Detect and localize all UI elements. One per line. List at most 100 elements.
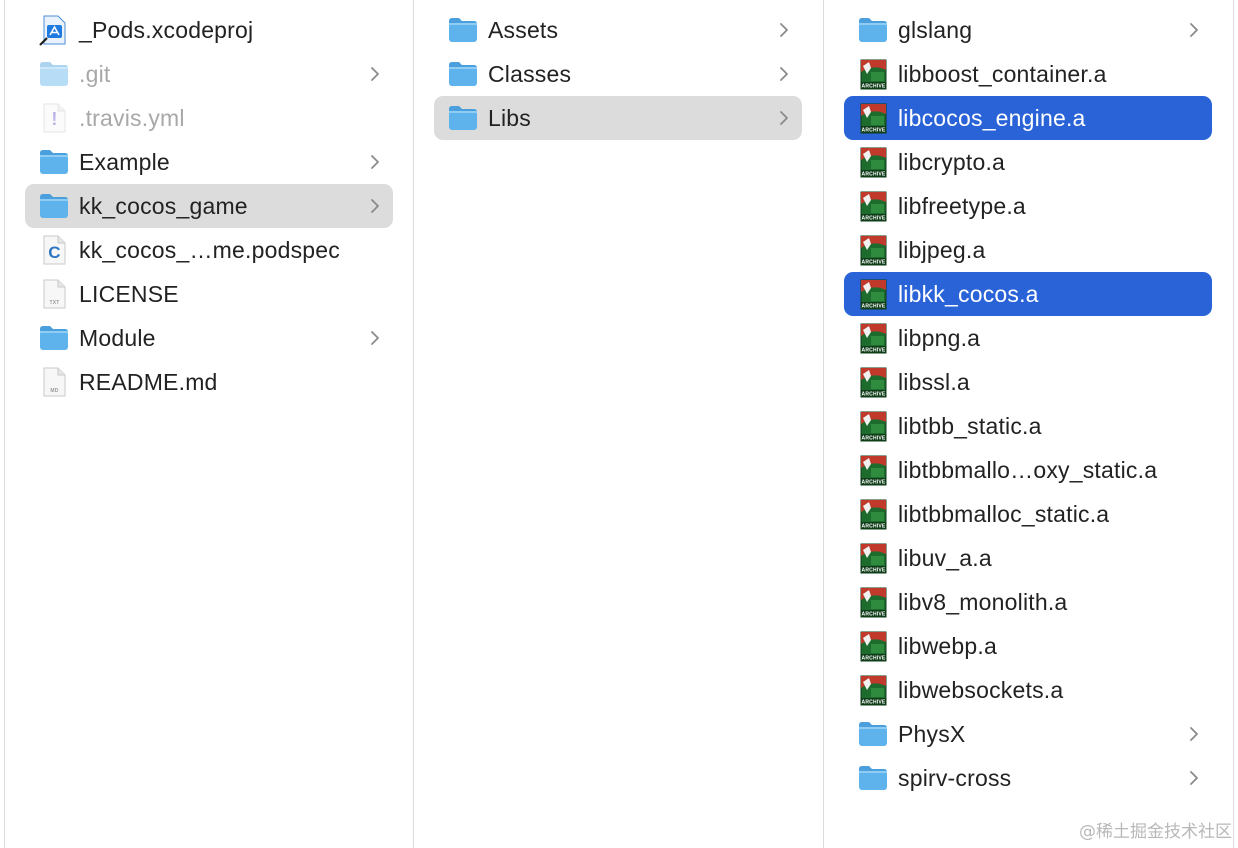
item-label: Module	[79, 325, 156, 351]
folder-icon	[859, 722, 887, 746]
item-label: libcrypto.a	[898, 149, 1006, 175]
folder-icon	[40, 62, 68, 86]
svg-text:ARCHIVE: ARCHIVE	[862, 524, 886, 530]
file-row-libuv-a-a[interactable]: ARCHIVE libuv_a.a	[844, 536, 1212, 580]
svg-text:ARCHIVE: ARCHIVE	[862, 612, 886, 618]
folder-icon	[859, 766, 887, 790]
item-label: LICENSE	[79, 281, 179, 307]
svg-text:ARCHIVE: ARCHIVE	[862, 260, 886, 266]
file-row-libv8-monolith-a[interactable]: ARCHIVE libv8_monolith.a	[844, 580, 1212, 624]
archive-icon: ARCHIVE	[860, 279, 887, 310]
file-row-travis-yml[interactable]: ! .travis.yml	[25, 96, 393, 140]
folder-icon	[859, 18, 887, 42]
chevron-right-icon	[365, 316, 385, 360]
column-pods-root[interactable]: _Pods.xcodeproj .git! .travis.yml Example kk…	[4, 0, 414, 848]
archive-icon: ARCHIVE	[860, 499, 887, 530]
svg-text:ARCHIVE: ARCHIVE	[862, 480, 886, 486]
file-row-libcocos-engine-a[interactable]: ARCHIVE libcocos_engine.a	[844, 96, 1212, 140]
file-row-libtbbmalloc-static-a[interactable]: ARCHIVE libtbbmalloc_static.a	[844, 492, 1212, 536]
folder-row-git[interactable]: .git	[25, 52, 393, 96]
file-row-libpng-a[interactable]: ARCHIVE libpng.a	[844, 316, 1212, 360]
file-row-license[interactable]: TXT LICENSE	[25, 272, 393, 316]
archive-icon: ARCHIVE	[860, 147, 887, 178]
archive-icon: ARCHIVE	[860, 235, 887, 266]
item-label: Assets	[488, 17, 559, 43]
chevron-right-icon	[365, 184, 385, 228]
file-row-libfreetype-a[interactable]: ARCHIVE libfreetype.a	[844, 184, 1212, 228]
folder-row-kk-cocos-game[interactable]: kk_cocos_game	[25, 184, 393, 228]
folder-icon	[449, 106, 477, 130]
folder-row-glslang[interactable]: glslang	[844, 8, 1212, 52]
file-row-libkk-cocos-a[interactable]: ARCHIVE libkk_cocos.a	[844, 272, 1212, 316]
file-row-libwebp-a[interactable]: ARCHIVE libwebp.a	[844, 624, 1212, 668]
file-row-libwebsockets-a[interactable]: ARCHIVE libwebsockets.a	[844, 668, 1212, 712]
file-row-kk-cocos-me-podspec[interactable]: Ckk_cocos_…me.podspec	[25, 228, 393, 272]
watermark: @稀土掘金技术社区	[1079, 822, 1232, 842]
folder-icon	[40, 150, 68, 174]
file-row-libtbb-static-a[interactable]: ARCHIVE libtbb_static.a	[844, 404, 1212, 448]
chevron-right-icon	[365, 140, 385, 184]
item-label: kk_cocos_…me.podspec	[79, 237, 340, 263]
svg-text:ARCHIVE: ARCHIVE	[862, 392, 886, 398]
folder-icon	[40, 194, 68, 218]
item-label: libtbb_static.a	[898, 413, 1042, 439]
file-row-libcrypto-a[interactable]: ARCHIVE libcrypto.a	[844, 140, 1212, 184]
item-label: .travis.yml	[79, 105, 185, 131]
file-row-libboost-container-a[interactable]: ARCHIVE libboost_container.a	[844, 52, 1212, 96]
chevron-right-icon	[1184, 756, 1204, 800]
item-label: libwebsockets.a	[898, 677, 1064, 703]
column-libs[interactable]: glslang ARCHIVE libboost_container.a ARCHIV…	[824, 0, 1234, 848]
item-label: libtbbmallo…oxy_static.a	[898, 457, 1158, 483]
archive-icon: ARCHIVE	[860, 587, 887, 618]
item-label: Classes	[488, 61, 572, 87]
chevron-right-icon	[1184, 8, 1204, 52]
svg-text:ARCHIVE: ARCHIVE	[862, 348, 886, 354]
file-row-pods-xcodeproj[interactable]: _Pods.xcodeproj	[25, 8, 393, 52]
item-label: libboost_container.a	[898, 61, 1107, 87]
item-label: libtbbmalloc_static.a	[898, 501, 1110, 527]
file-row-libtbbmallo-oxy-static-a[interactable]: ARCHIVE libtbbmallo…oxy_static.a	[844, 448, 1212, 492]
item-label: _Pods.xcodeproj	[79, 17, 254, 43]
folder-row-classes[interactable]: Classes	[434, 52, 802, 96]
archive-icon: ARCHIVE	[860, 543, 887, 574]
archive-icon: ARCHIVE	[860, 103, 887, 134]
file-row-readme-md[interactable]: MD README.md	[25, 360, 393, 404]
column-kk-cocos-game[interactable]: Assets Classes Libs	[414, 0, 824, 848]
folder-row-example[interactable]: Example	[25, 140, 393, 184]
file-row-libjpeg-a[interactable]: ARCHIVE libjpeg.a	[844, 228, 1212, 272]
item-label: libv8_monolith.a	[898, 589, 1068, 615]
item-label: README.md	[79, 369, 218, 395]
text-file-icon: TXT	[43, 279, 66, 309]
item-label: libpng.a	[898, 325, 981, 351]
item-label: libfreetype.a	[898, 193, 1026, 219]
svg-text:ARCHIVE: ARCHIVE	[862, 128, 886, 134]
xcodeproj-icon	[39, 15, 66, 46]
archive-icon: ARCHIVE	[860, 323, 887, 354]
archive-icon: ARCHIVE	[860, 455, 887, 486]
item-label: glslang	[898, 17, 973, 43]
folder-row-module[interactable]: Module	[25, 316, 393, 360]
archive-icon: ARCHIVE	[860, 675, 887, 706]
svg-text:ARCHIVE: ARCHIVE	[862, 304, 886, 310]
item-label: libjpeg.a	[898, 237, 986, 263]
item-label: libssl.a	[898, 369, 970, 395]
item-label: Example	[79, 149, 170, 175]
folder-row-assets[interactable]: Assets	[434, 8, 802, 52]
chevron-right-icon	[365, 52, 385, 96]
item-label: .git	[79, 61, 111, 87]
svg-text:ARCHIVE: ARCHIVE	[862, 172, 886, 178]
svg-text:!: !	[51, 109, 57, 129]
svg-text:ARCHIVE: ARCHIVE	[862, 436, 886, 442]
folder-row-libs[interactable]: Libs	[434, 96, 802, 140]
item-label: kk_cocos_game	[79, 193, 248, 219]
chevron-right-icon	[774, 52, 794, 96]
svg-text:ARCHIVE: ARCHIVE	[862, 216, 886, 222]
file-row-libssl-a[interactable]: ARCHIVE libssl.a	[844, 360, 1212, 404]
item-label: PhysX	[898, 721, 966, 747]
item-label: Libs	[488, 105, 531, 131]
folder-icon	[449, 62, 477, 86]
folder-row-spirv-cross[interactable]: spirv-cross	[844, 756, 1212, 800]
item-label: spirv-cross	[898, 765, 1012, 791]
folder-row-physx[interactable]: PhysX	[844, 712, 1212, 756]
archive-icon: ARCHIVE	[860, 411, 887, 442]
